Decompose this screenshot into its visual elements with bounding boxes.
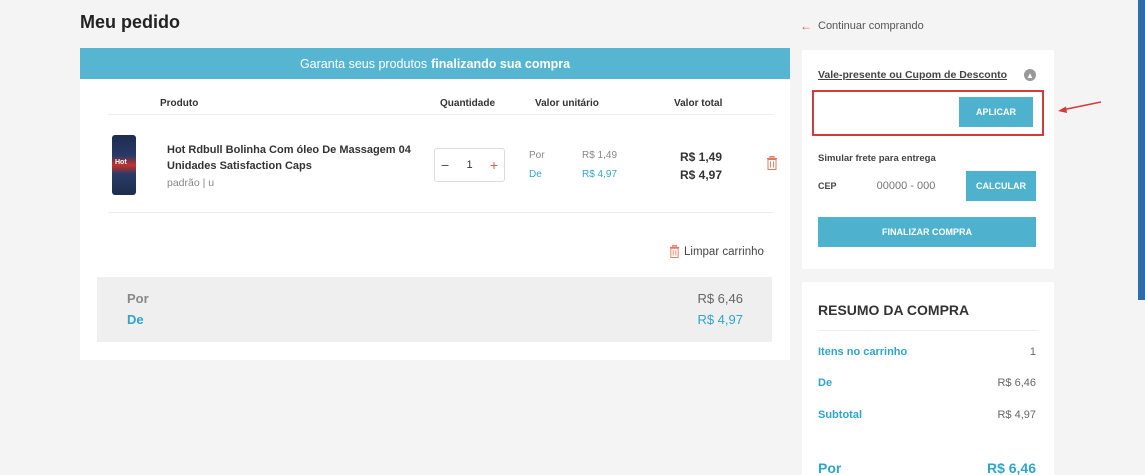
summary-items-value: 1: [1029, 346, 1036, 358]
total-por-value: R$ 1,49: [680, 150, 723, 164]
page-title: Meu pedido: [80, 12, 180, 32]
summary-subtotal-value: R$ 4,97: [997, 409, 1036, 421]
banner-text: Garanta seus produtos: [299, 56, 428, 71]
plus-icon[interactable]: +: [490, 157, 498, 173]
coupon-title[interactable]: Vale-presente ou Cupom de Desconto: [818, 69, 1007, 81]
product-image[interactable]: Hot: [112, 135, 136, 195]
finish-purchase-button[interactable]: FINALIZAR COMPRA: [818, 217, 1036, 247]
header-quantity: Quantidade: [440, 98, 496, 109]
trash-icon[interactable]: [766, 156, 778, 170]
summary-de-value: R$ 6,46: [997, 377, 1036, 389]
coupon-input[interactable]: [818, 97, 948, 125]
summary-items-label: Itens no carrinho: [818, 346, 908, 358]
unit-por-value: R$ 1,49: [582, 150, 618, 161]
total-de-value: R$ 4,97: [680, 168, 723, 182]
quantity-stepper: − 1 +: [434, 148, 505, 182]
summary-de-label: De: [818, 377, 833, 389]
totals-de-label: De: [127, 312, 144, 327]
totals-por-label: Por: [127, 291, 149, 306]
unit-de-label: De: [529, 169, 542, 180]
freight-label: Simular frete para entrega: [818, 153, 936, 164]
divider: [818, 330, 1038, 331]
arrow-left-icon: ←: [800, 19, 812, 33]
summary-total-label: Por: [818, 460, 842, 475]
apply-coupon-button[interactable]: APLICAR: [959, 97, 1033, 127]
coupon-panel: Vale-presente ou Cupom de Desconto ▲ APL…: [802, 50, 1054, 269]
totals-de-value: R$ 4,97: [697, 312, 743, 327]
clear-cart-label: Limpar carrinho: [684, 245, 764, 258]
header-total-price: Valor total: [674, 98, 723, 109]
red-pointer-arrow: [1058, 101, 1102, 113]
cep-label: CEP: [818, 181, 837, 191]
divider: [108, 212, 773, 213]
summary-title: RESUMO DA COMPRA: [818, 302, 970, 318]
purchase-summary: RESUMO DA COMPRA Itens no carrinho 1 De …: [802, 282, 1054, 475]
summary-subtotal-label: Subtotal: [818, 409, 862, 421]
unit-de-value: R$ 4,97: [582, 169, 618, 180]
minus-icon[interactable]: −: [441, 157, 449, 173]
header-product: Produto: [160, 98, 199, 109]
promo-banner: Garanta seus produtos finalizando sua co…: [80, 48, 790, 79]
product-name[interactable]: Hot Rdbull Bolinha Com óleo De Massagem …: [167, 142, 417, 174]
summary-total-value: R$ 6,46: [986, 460, 1036, 475]
banner-text-bold: finalizando sua compra: [431, 56, 571, 71]
header-unit-price: Valor unitário: [535, 98, 599, 109]
calculate-freight-button[interactable]: CALCULAR: [966, 171, 1036, 201]
quantity-value[interactable]: 1: [466, 159, 472, 171]
product-variant: padrão | u: [167, 177, 215, 189]
trash-icon: [669, 245, 680, 258]
totals-por-value: R$ 6,46: [697, 291, 743, 306]
cep-input[interactable]: [847, 171, 965, 201]
unit-por-label: Por: [529, 150, 545, 161]
clear-cart-button[interactable]: Limpar carrinho: [669, 245, 764, 258]
divider: [108, 114, 773, 115]
continue-shopping-label: Continuar comprando: [818, 20, 924, 32]
cart-totals: Por De R$ 6,46 R$ 4,97: [97, 277, 772, 342]
cart-panel: Garanta seus produtos finalizando sua co…: [80, 48, 790, 360]
continue-shopping-link[interactable]: ← Continuar comprando: [800, 19, 924, 33]
scrollbar[interactable]: [1138, 0, 1145, 300]
chevron-up-icon[interactable]: ▲: [1024, 69, 1036, 81]
